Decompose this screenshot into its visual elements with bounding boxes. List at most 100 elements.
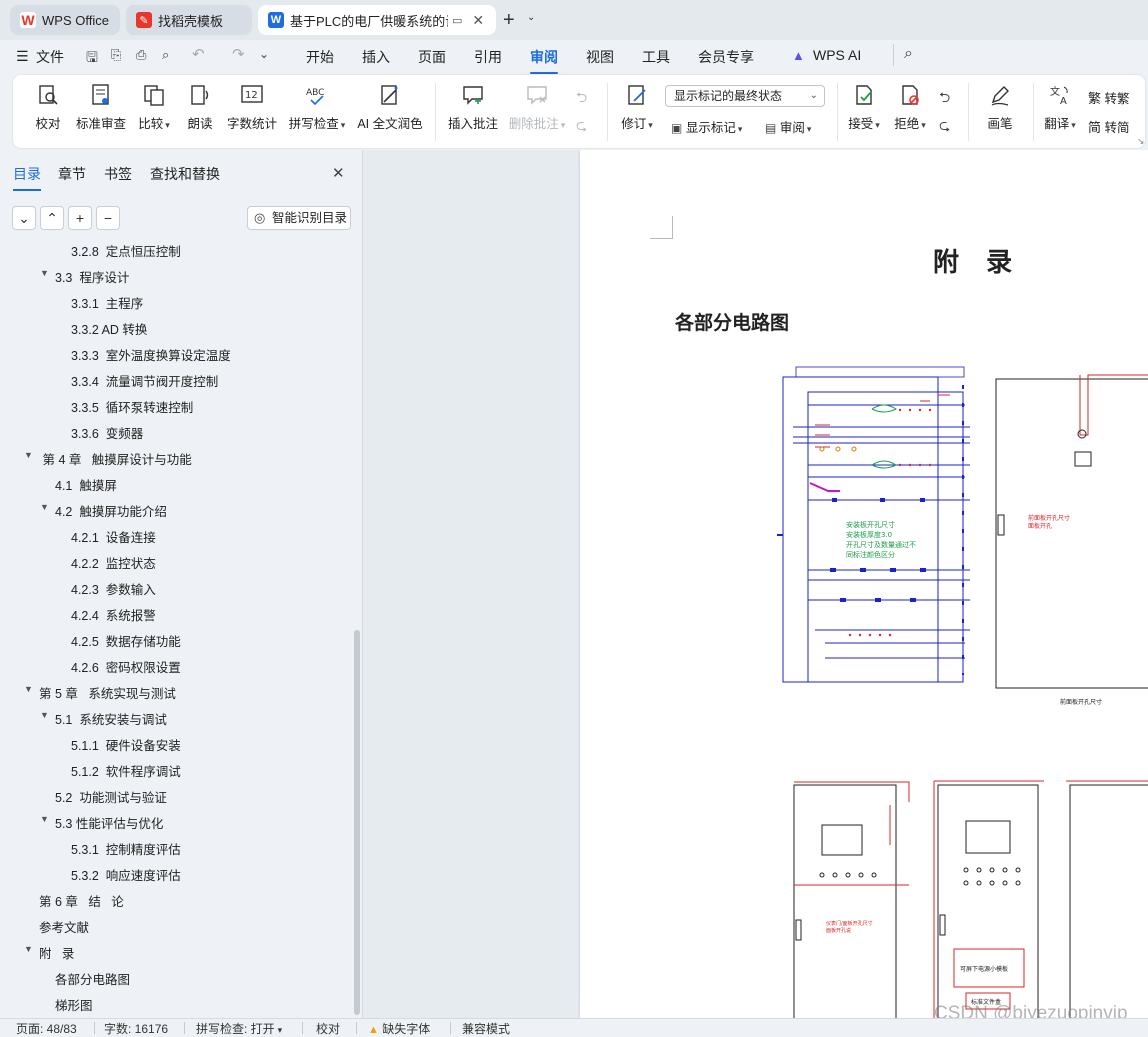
undo-icon[interactable]: ↶	[192, 45, 205, 63]
proof-status[interactable]: 校对	[316, 1020, 340, 1037]
toc-item[interactable]: 梯形图	[0, 990, 354, 1016]
to-simplified-button[interactable]: 简 转简	[1088, 117, 1130, 136]
reject-button[interactable]: 拒绝 ▾	[893, 83, 927, 132]
toc-item[interactable]: 5.1.2 软件程序调试	[0, 756, 354, 782]
next-change-icon[interactable]: ⮎	[939, 115, 950, 139]
monitor-icon[interactable]: ▭	[452, 14, 462, 27]
read-aloud-button[interactable]: 朗读	[186, 83, 214, 132]
toc-item[interactable]: ▼ 第 4 章 触摸屏设计与功能	[0, 444, 354, 470]
prev-change-icon[interactable]: ⮌	[939, 87, 950, 111]
toc-item[interactable]: 5.2 功能测试与验证	[0, 782, 354, 808]
standard-review-button[interactable]: 标准审查	[75, 83, 127, 132]
toc-item[interactable]: 4.2.6 密码权限设置	[0, 652, 354, 678]
expand-up-button[interactable]: ⌃	[40, 206, 64, 230]
toc-item[interactable]: ▼ 第 5 章 系统实现与测试	[0, 678, 354, 704]
toc-item[interactable]: 5.1.1 硬件设备安装	[0, 730, 354, 756]
markup-state-select[interactable]: 显示标记的最终状态 ⌄	[665, 85, 825, 107]
tab-toc[interactable]: 目录	[13, 164, 41, 191]
toc-item[interactable]: ▼ 附 录	[0, 938, 354, 964]
print-icon[interactable]: ⎙	[136, 47, 146, 63]
toc-item[interactable]: 第 6 章 结 论	[0, 886, 354, 912]
save-icon[interactable]: 🖫	[86, 47, 98, 71]
ribbon-expand-icon[interactable]: ↘	[1137, 136, 1145, 147]
toc-item[interactable]: 参考文献	[0, 912, 354, 938]
word-count-indicator[interactable]: 字数: 16176	[104, 1020, 168, 1037]
word-count-button[interactable]: 12 字数统计	[227, 83, 277, 132]
hamburger-icon[interactable]: ☰	[16, 48, 29, 65]
tab-document[interactable]: W 基于PLC的电厂供暖系统的设 ▭ ✕	[258, 5, 496, 35]
toc-item[interactable]: 3.3.3 室外温度换算设定温度	[0, 340, 354, 366]
tab-daoke-templates[interactable]: ✎ 找稻壳模板	[126, 5, 252, 35]
toc-item[interactable]: 4.2.2 监控状态	[0, 548, 354, 574]
close-icon[interactable]: ✕	[472, 12, 484, 29]
panel-scrollbar[interactable]	[354, 630, 360, 1015]
pen-button[interactable]: 画笔	[985, 83, 1015, 132]
menu-wps-ai[interactable]: WPS AI	[813, 47, 861, 63]
toc-item[interactable]: ▼ 3.3 程序设计	[0, 262, 354, 288]
expand-toggle-icon[interactable]: ▼	[24, 944, 33, 954]
to-traditional-button[interactable]: 繁 转繁	[1088, 88, 1130, 107]
add-heading-button[interactable]: +	[68, 206, 92, 230]
menu-review[interactable]: 审阅	[530, 47, 558, 74]
toc-item[interactable]: ▼ 5.3 性能评估与优化	[0, 808, 354, 834]
toc-item[interactable]: 4.2.5 数据存储功能	[0, 626, 354, 652]
toc-item[interactable]: 5.3.1 控制精度评估	[0, 834, 354, 860]
toc-item[interactable]: 3.3.1 主程序	[0, 288, 354, 314]
missing-font-indicator[interactable]: ▲ 缺失字体	[368, 1020, 430, 1037]
tab-find-replace[interactable]: 查找和替换	[150, 164, 220, 184]
menu-tools[interactable]: 工具	[642, 47, 670, 67]
next-comment-icon[interactable]: ⮎	[576, 115, 587, 139]
spell-check-toggle[interactable]: 拼写检查: 打开 ▾	[196, 1020, 282, 1037]
menu-page[interactable]: 页面	[418, 47, 446, 67]
print-preview-icon[interactable]: ⌕	[162, 47, 169, 63]
share-icon[interactable]: ⎘	[111, 47, 121, 63]
expand-toggle-icon[interactable]: ▼	[24, 450, 33, 460]
menu-member[interactable]: 会员专享	[698, 47, 754, 67]
prev-comment-icon[interactable]: ⮌	[576, 87, 587, 111]
tab-bookmarks[interactable]: 书签	[104, 164, 132, 184]
toc-item[interactable]: ▼ 5.1 系统安装与调试	[0, 704, 354, 730]
toc-item[interactable]: 3.3.5 循环泵转速控制	[0, 392, 354, 418]
menu-view[interactable]: 视图	[586, 47, 614, 67]
toc-item[interactable]: 3.2.8 定点恒压控制	[0, 242, 354, 262]
toc-item[interactable]: 3.3.4 流量调节阀开度控制	[0, 366, 354, 392]
toc-item[interactable]: 4.1 触摸屏	[0, 470, 354, 496]
toc-item[interactable]: 3.3.2 AD 转换	[0, 314, 354, 340]
page-indicator[interactable]: 页面: 48/83	[16, 1020, 77, 1037]
collapse-all-button[interactable]: ⌄	[12, 206, 36, 230]
toc-item[interactable]: ▼ 4.2 触摸屏功能介绍	[0, 496, 354, 522]
expand-toggle-icon[interactable]: ▼	[40, 814, 49, 824]
toc-item[interactable]: 3.3.6 变频器	[0, 418, 354, 444]
tab-wps-office[interactable]: W WPS Office	[10, 5, 120, 35]
toc-item[interactable]: 5.3.2 响应速度评估	[0, 860, 354, 886]
toc-item[interactable]: 4.2.1 设备连接	[0, 522, 354, 548]
chevron-down-icon[interactable]: ⌄	[527, 12, 535, 23]
toc-item[interactable]: 4.2.4 系统报警	[0, 600, 354, 626]
close-panel-icon[interactable]: ✕	[332, 164, 345, 182]
proofread-button[interactable]: 校对	[33, 83, 63, 132]
toc-item[interactable]: 各部分电路图	[0, 964, 354, 990]
ai-polish-button[interactable]: AI 全文润色	[357, 83, 423, 132]
show-markup-button[interactable]: ▣ 显示标记 ▾	[671, 117, 742, 136]
compare-button[interactable]: 比较 ▾	[134, 83, 174, 132]
menu-references[interactable]: 引用	[474, 47, 502, 67]
translate-button[interactable]: 文A 翻译 ▾	[1041, 83, 1079, 132]
remove-heading-button[interactable]: −	[96, 206, 120, 230]
menu-insert[interactable]: 插入	[362, 47, 390, 67]
insert-comment-button[interactable]: 插入批注	[447, 83, 499, 132]
document-page[interactable]: 附 录 各部分电路图 安装板开孔尺寸 安装板厚度3.0 开孔尺寸及数量通过不 同…	[580, 150, 1148, 1018]
accept-button[interactable]: 接受 ▾	[847, 83, 881, 132]
delete-comment-button[interactable]: 删除批注 ▾	[507, 83, 567, 132]
expand-toggle-icon[interactable]: ▼	[40, 502, 49, 512]
expand-toggle-icon[interactable]: ▼	[24, 684, 33, 694]
redo-icon[interactable]: ↷	[232, 45, 245, 63]
spell-check-button[interactable]: ABC 拼写检查 ▾	[287, 83, 347, 132]
toc-item[interactable]: 4.2.3 参数输入	[0, 574, 354, 600]
revise-button[interactable]: 修订 ▾	[618, 83, 656, 132]
search-icon[interactable]: ⌕	[904, 45, 913, 63]
tab-sections[interactable]: 章节	[58, 164, 86, 184]
review-pane-button[interactable]: ▤ 审阅 ▾	[765, 117, 811, 136]
expand-toggle-icon[interactable]: ▼	[40, 710, 49, 720]
more-chevron-icon[interactable]: ⌄	[259, 47, 269, 61]
smart-toc-button[interactable]: ◎ 智能识别目录	[247, 206, 351, 230]
